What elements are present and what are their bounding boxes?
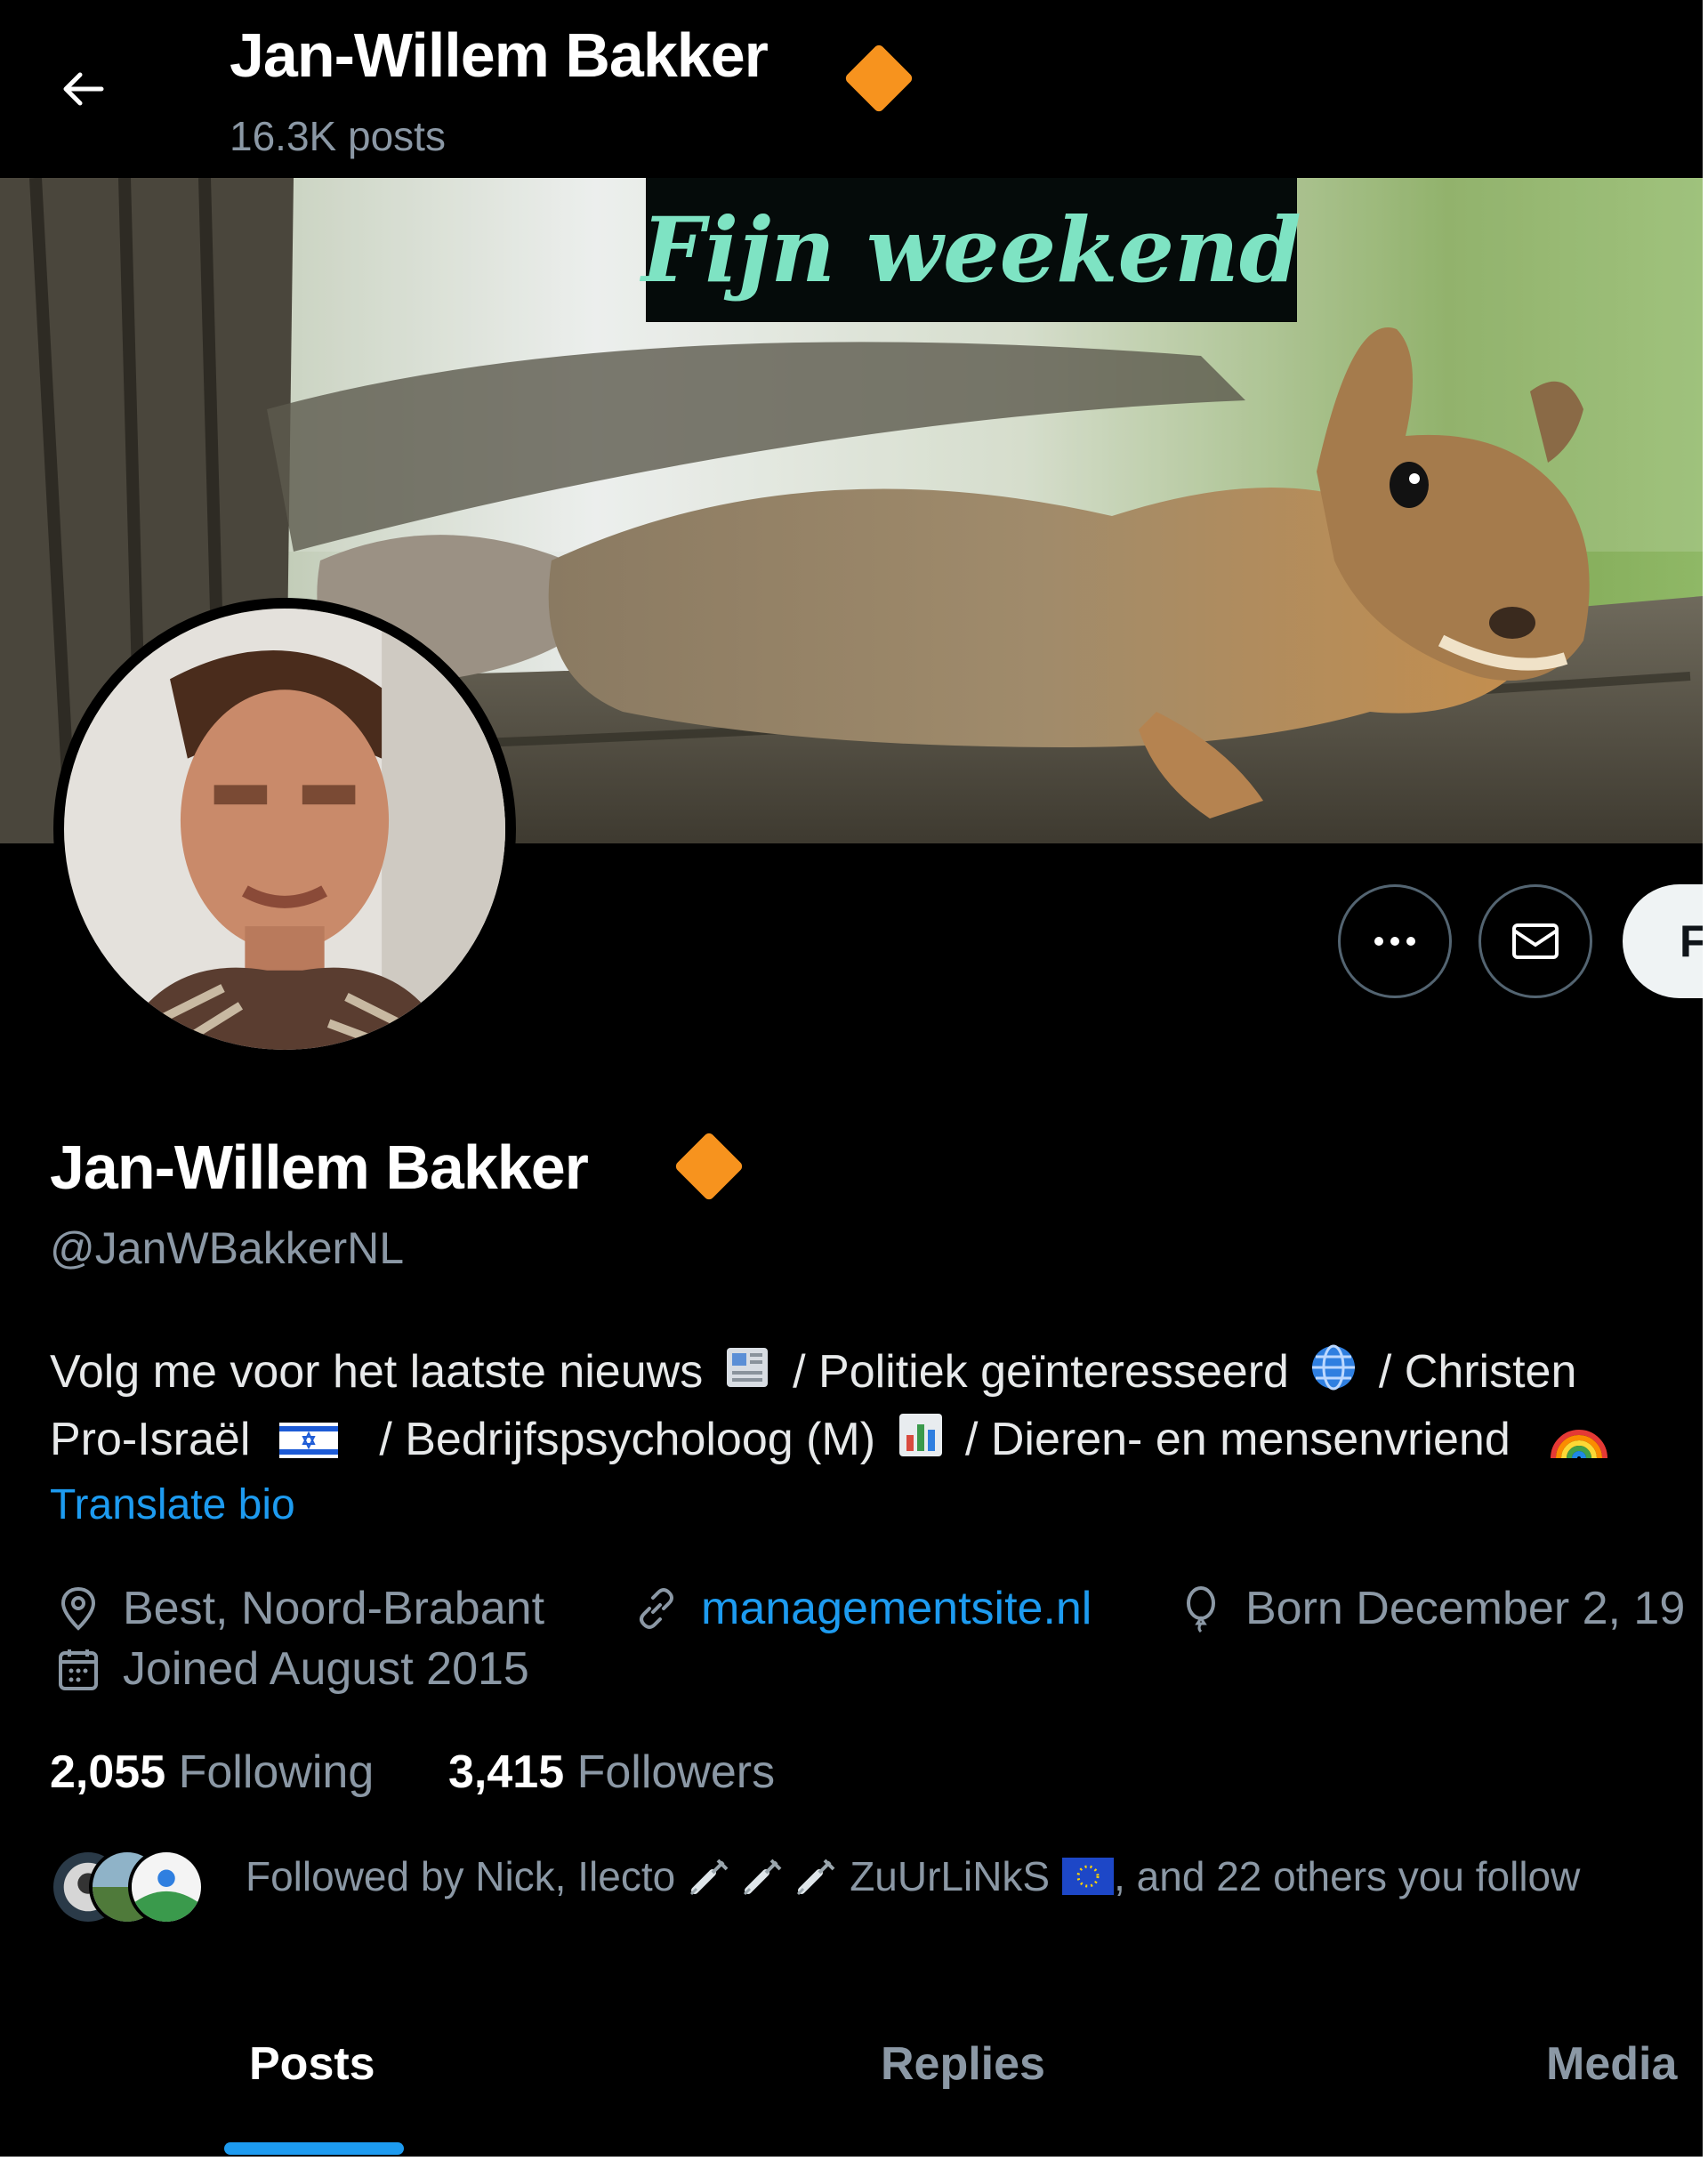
calendar-icon: [59, 1649, 98, 1690]
envelope-icon: [1512, 923, 1559, 959]
israel-flag-icon: [278, 1423, 338, 1458]
following-count: 2,055: [50, 1746, 166, 1798]
verified-badge-icon[interactable]: [669, 1126, 749, 1206]
bio-text: Pro-Israël: [50, 1414, 251, 1465]
message-button[interactable]: [1478, 884, 1592, 998]
followers-count: 3,415: [448, 1746, 565, 1798]
joined-date: Joined August 2015: [53, 1642, 529, 1696]
bio-text: / Christen: [1378, 1346, 1577, 1398]
tab-media[interactable]: Media: [1546, 2037, 1677, 2091]
birthday: Born December 2, 19: [1176, 1582, 1685, 1635]
profile-page: Jan-Willem Bakker 16.3K posts Fijn weeke…: [0, 0, 1703, 2157]
bio-text: / Politiek geïnteresseerd: [793, 1346, 1289, 1398]
website-link[interactable]: managementsite.nl: [701, 1582, 1092, 1635]
tab-replies[interactable]: Replies: [881, 2037, 1045, 2091]
header-post-count: 16.3K posts: [230, 113, 446, 159]
profile-name: Jan-Willem Bakker: [50, 1133, 589, 1202]
more-options-button[interactable]: [1338, 884, 1452, 998]
link-icon: [640, 1588, 673, 1629]
newspaper-icon: [726, 1348, 768, 1387]
followed-by-suffix: , and 22 others you follow: [1114, 1853, 1581, 1899]
profile-photo: [64, 609, 505, 1050]
followed-by-prefix: Followed by Nick, Ilecto: [246, 1853, 676, 1899]
tab-posts[interactable]: Posts: [249, 2037, 375, 2091]
location: Best, Noord-Brabant: [53, 1582, 544, 1635]
followers-you-know-avatars[interactable]: [50, 1849, 210, 1929]
profile-handle: @JanWBakkerNL: [50, 1223, 405, 1273]
verified-badge-icon: [845, 44, 913, 112]
birthday-text: Born December 2, 19: [1245, 1583, 1686, 1634]
globe-icon: [1312, 1344, 1356, 1391]
website[interactable]: managementsite.nl: [632, 1582, 1092, 1635]
arrow-left-icon: [63, 72, 104, 106]
avatar[interactable]: [53, 598, 516, 1060]
eu-flag-icon: [1062, 1858, 1115, 1895]
active-tab-indicator: [224, 2142, 404, 2155]
syringe-icon: [797, 1859, 835, 1896]
syringe-icon: [690, 1859, 729, 1896]
banner-caption: Fijn weekend: [641, 198, 1301, 302]
bio-text: / Dieren- en mensenvriend: [964, 1414, 1511, 1465]
followers-link[interactable]: 3,415 Followers: [448, 1746, 775, 1799]
joined-text: Joined August 2015: [123, 1643, 529, 1695]
follow-button[interactable]: F: [1623, 884, 1703, 998]
banner-caption-box: Fijn weekend: [641, 178, 1301, 322]
bar-chart-icon: [898, 1414, 942, 1456]
followed-by-text[interactable]: Followed by Nick, Ilecto ZuUrLiNkS , and…: [246, 1852, 1580, 1900]
bio-text: / Bedrijfspsycholoog (M): [379, 1414, 876, 1465]
top-bar: Jan-Willem Bakker 16.3K posts: [0, 0, 1703, 178]
following-link[interactable]: 2,055 Following: [50, 1746, 374, 1799]
bio-line-2: Pro-Israël / Bedrijfspsycholoog (M) / Di…: [50, 1406, 1703, 1473]
bio-line-1: Volg me voor het laatste nieuws / Politi…: [50, 1338, 1703, 1406]
balloon-icon: [1187, 1586, 1215, 1633]
translate-bio-link[interactable]: Translate bio: [50, 1480, 295, 1529]
more-horizontal-icon: [1374, 937, 1415, 946]
rainbow-icon: [1551, 1430, 1608, 1459]
location-pin-icon: [60, 1586, 96, 1631]
syringe-icon: [744, 1859, 782, 1896]
profile-bio: Volg me voor het laatste nieuws / Politi…: [50, 1338, 1703, 1473]
avatar: [128, 1849, 205, 1925]
following-label: Following: [178, 1746, 375, 1798]
back-button[interactable]: [46, 52, 121, 126]
bio-text: Volg me voor het laatste nieuws: [50, 1346, 704, 1398]
followed-by-name: ZuUrLiNkS: [850, 1853, 1051, 1899]
follower-avatar-3: [132, 1852, 201, 1922]
followers-label: Followers: [576, 1746, 776, 1798]
location-text: Best, Noord-Brabant: [123, 1583, 545, 1634]
header-name: Jan-Willem Bakker: [230, 20, 769, 90]
